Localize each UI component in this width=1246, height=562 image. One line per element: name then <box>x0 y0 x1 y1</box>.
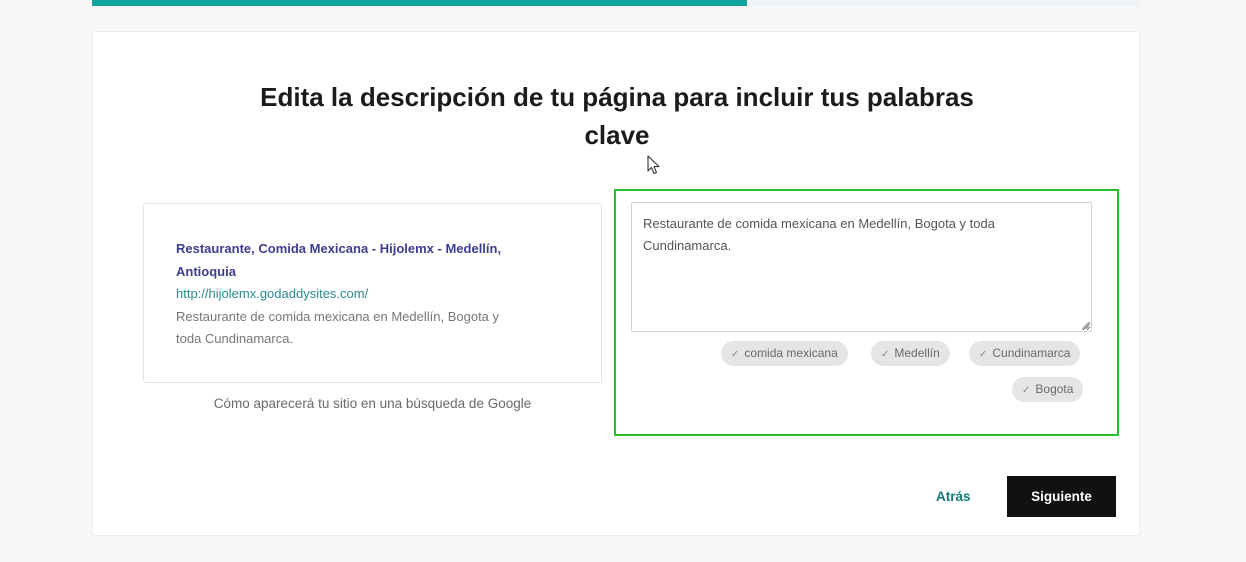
page-title-line-2: clave <box>584 120 650 150</box>
keyword-chip-label: comida mexicana <box>744 346 838 360</box>
keyword-chip-bogota[interactable]: ✓ Bogota <box>1012 377 1084 402</box>
page-title-line-1: Edita la descripción de tu página para i… <box>260 82 974 112</box>
keyword-chip-label: Bogota <box>1035 382 1074 396</box>
search-result-snippet: Restaurante, Comida Mexicana - Hijolemx … <box>176 238 556 351</box>
keyword-chip-comida-mexicana[interactable]: ✓ comida mexicana <box>721 341 848 366</box>
check-icon: ✓ <box>1022 385 1031 396</box>
progress-bar-fill <box>92 0 747 6</box>
next-button[interactable]: Siguiente <box>1007 476 1116 517</box>
preview-description: Restaurante de comida mexicana en Medell… <box>176 306 556 351</box>
description-textarea[interactable]: Restaurante de comida mexicana en Medell… <box>631 202 1092 332</box>
preview-caption: Cómo aparecerá tu sitio en una búsqueda … <box>213 396 532 411</box>
keyword-description-card: Edita la descripción de tu página para i… <box>92 31 1140 536</box>
progress-bar <box>92 0 1140 6</box>
check-icon: ✓ <box>979 349 988 360</box>
keyword-chip-label: Medellín <box>894 346 940 360</box>
back-link[interactable]: Atrás <box>936 489 971 504</box>
preview-title-line-2: Antioquia <box>176 263 236 279</box>
check-icon: ✓ <box>881 349 890 360</box>
page-title: Edita la descripción de tu página para i… <box>93 78 1141 154</box>
google-search-preview: Restaurante, Comida Mexicana - Hijolemx … <box>143 203 602 383</box>
preview-title-line-1: Restaurante, Comida Mexicana - Hijolemx … <box>176 241 502 256</box>
mouse-pointer-icon <box>647 155 660 175</box>
keyword-chip-medellin[interactable]: ✓ Medellín <box>871 341 950 366</box>
preview-description-line-2: toda Cundinamarca. <box>176 331 294 346</box>
preview-url: http://hijolemx.godaddysites.com/ <box>176 286 369 301</box>
keyword-chip-cundinamarca[interactable]: ✓ Cundinamarca <box>969 341 1081 366</box>
preview-title: Restaurante, Comida Mexicana - Hijolemx … <box>176 238 556 283</box>
check-icon: ✓ <box>731 349 740 360</box>
resize-handle-icon[interactable] <box>1081 321 1090 330</box>
preview-description-line-1: Restaurante de comida mexicana en Medell… <box>176 308 500 324</box>
keyword-chip-label: Cundinamarca <box>992 346 1071 360</box>
